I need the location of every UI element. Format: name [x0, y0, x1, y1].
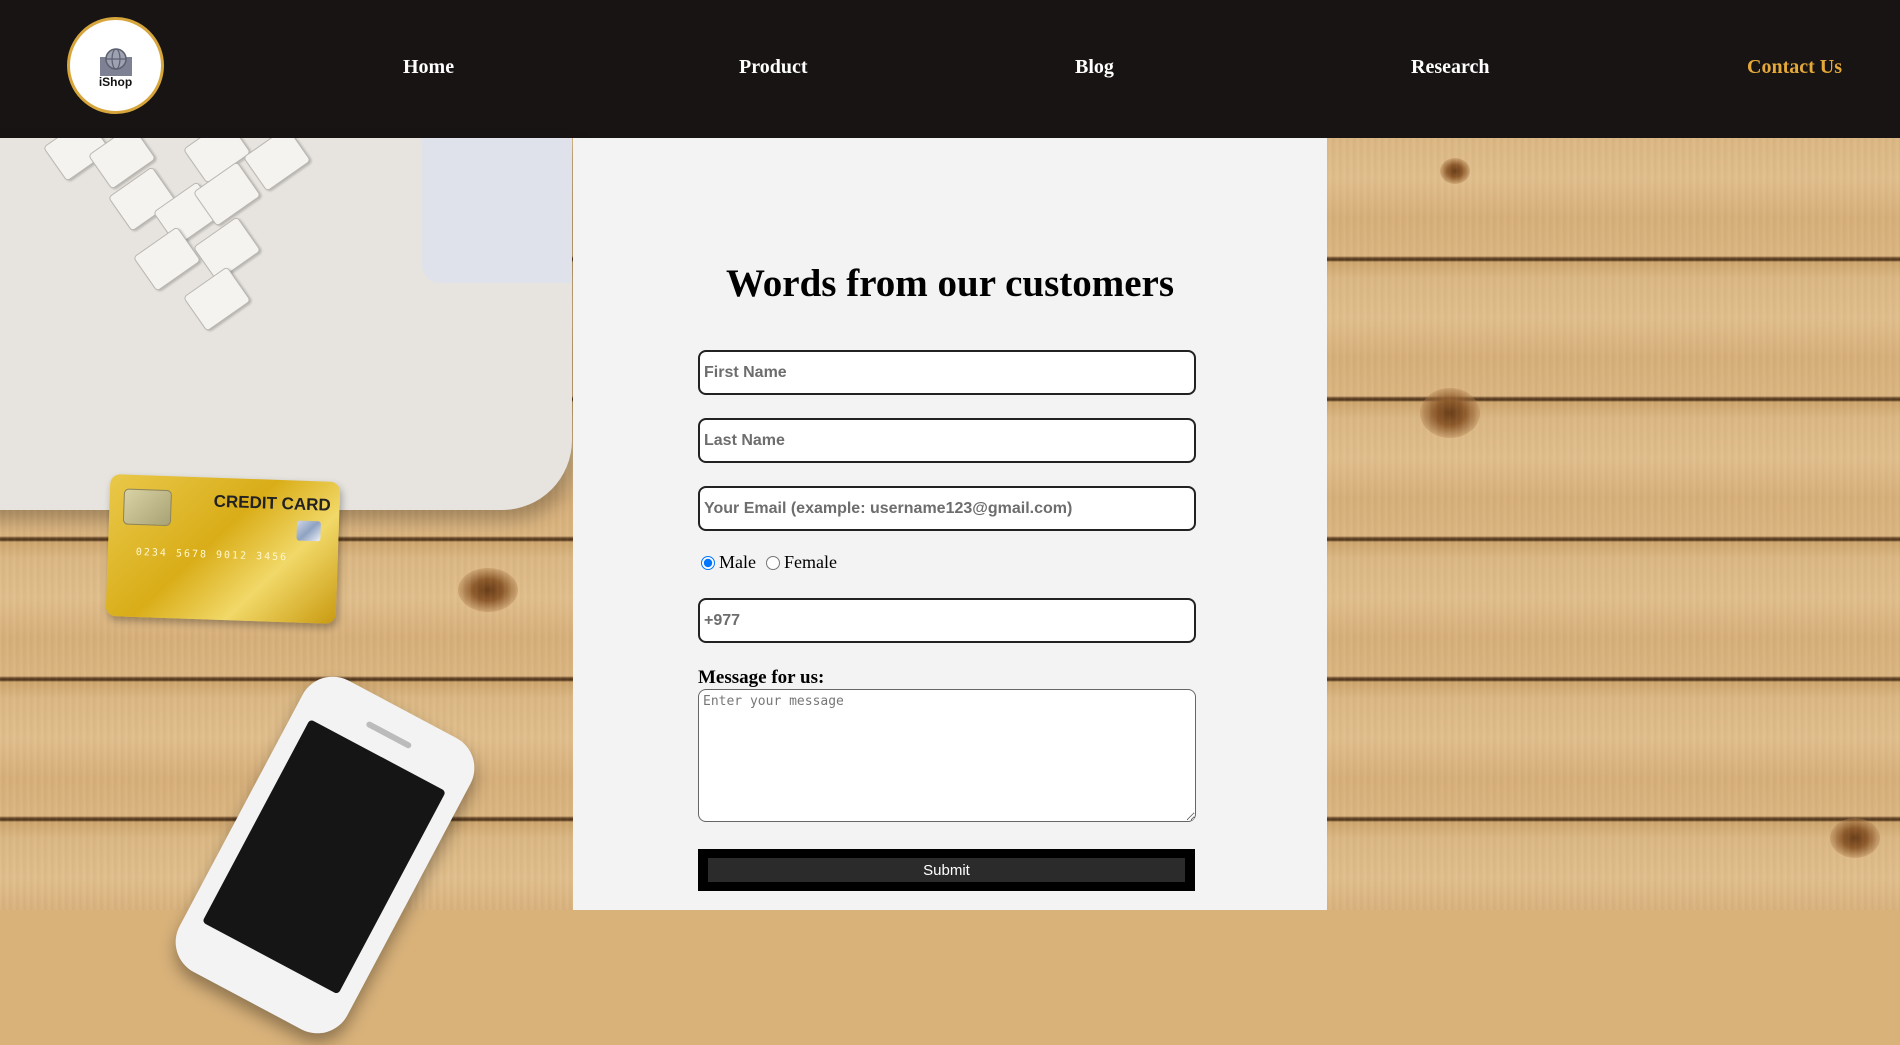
nav-link-blog[interactable]: Blog: [1075, 56, 1114, 79]
submit-button[interactable]: Submit: [708, 858, 1185, 882]
laptop-image: [0, 138, 572, 510]
phone-input[interactable]: [698, 598, 1196, 643]
male-label[interactable]: Male: [719, 552, 756, 573]
message-textarea[interactable]: [698, 689, 1196, 822]
nav-link-product[interactable]: Product: [739, 56, 808, 79]
nav-link-contact-us[interactable]: Contact Us: [1747, 56, 1842, 79]
form-heading: Words from our customers: [725, 262, 1175, 305]
submit-button-wrapper: Submit: [698, 849, 1195, 891]
male-radio[interactable]: [701, 555, 715, 570]
globe-logo-icon: [99, 47, 132, 76]
keyboard-key: [182, 266, 252, 332]
email-input[interactable]: [698, 486, 1196, 531]
message-label: Message for us:: [698, 667, 825, 688]
card-title: CREDIT CARD: [213, 491, 332, 515]
last-name-input[interactable]: [698, 418, 1196, 463]
top-navbar: iShop Home Product Blog Research Contact…: [0, 0, 1900, 138]
nav-link-home[interactable]: Home: [403, 56, 454, 79]
card-chip: [122, 488, 173, 527]
contact-form-panel: Words from our customers Male Female Mes…: [573, 138, 1327, 910]
card-number: 0234 5678 9012 3456: [135, 546, 289, 564]
credit-card-image: CREDIT CARD 0234 5678 9012 3456: [105, 474, 341, 624]
ishop-logo[interactable]: iShop: [67, 17, 164, 114]
wood-knot: [1440, 158, 1470, 184]
card-hologram: [296, 520, 322, 542]
wood-knot: [1420, 388, 1480, 438]
gender-radio-group: Male Female: [701, 552, 847, 573]
female-label[interactable]: Female: [784, 552, 837, 573]
wood-knot: [458, 568, 518, 612]
logo-text: iShop: [98, 74, 133, 89]
laptop-screen-edge: [422, 138, 572, 283]
phone-speaker: [365, 720, 413, 750]
female-radio[interactable]: [765, 555, 780, 570]
first-name-input[interactable]: [698, 350, 1196, 395]
wood-knot: [1830, 818, 1880, 858]
nav-link-research[interactable]: Research: [1411, 56, 1490, 79]
